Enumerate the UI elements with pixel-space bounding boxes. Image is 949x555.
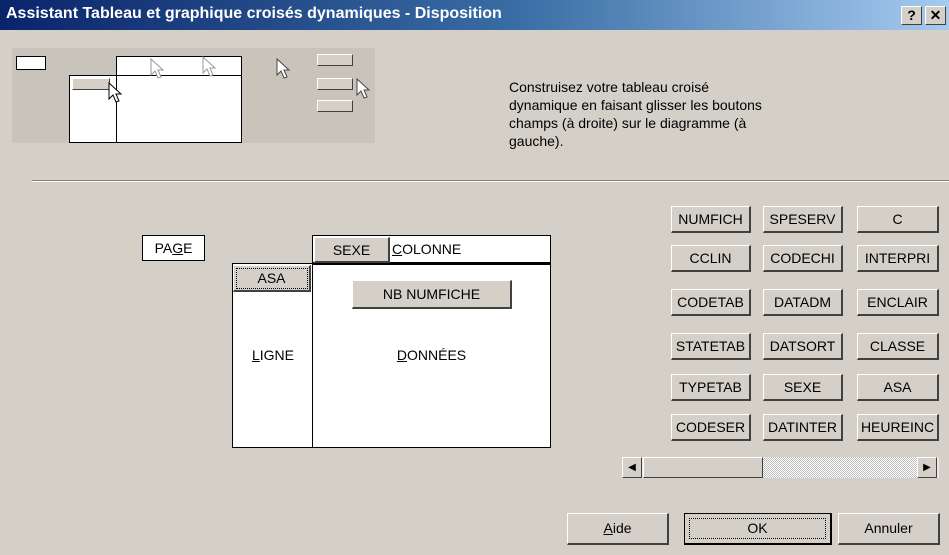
- help-dialog-button[interactable]: Aide: [567, 513, 669, 545]
- data-area-label: DONNÉES: [396, 347, 467, 363]
- field-button-datinter[interactable]: DATINTER: [763, 414, 843, 441]
- preview-data-box: [116, 75, 242, 143]
- field-button-datadm[interactable]: DATADM: [763, 289, 843, 316]
- field-button-typetab[interactable]: TYPETAB: [671, 374, 751, 401]
- preview-column-box: [116, 56, 242, 76]
- preview-field-1: [317, 54, 353, 66]
- cursor-arrow-icon: [108, 82, 123, 103]
- field-button-codeser[interactable]: CODESER: [671, 414, 751, 441]
- field-button-c[interactable]: C: [857, 206, 939, 233]
- focus-rect: [689, 518, 826, 539]
- title-bar: Assistant Tableau et graphique croisés d…: [0, 0, 949, 30]
- cursor-arrow-icon: [356, 78, 371, 99]
- scroll-left-icon[interactable]: ◀: [622, 457, 642, 478]
- field-button-asa[interactable]: ASA: [857, 374, 939, 401]
- close-button[interactable]: ✕: [925, 6, 946, 25]
- scroll-thumb[interactable]: [643, 457, 763, 478]
- field-button-numfich[interactable]: NUMFICH: [671, 206, 751, 233]
- fields-scrollbar[interactable]: ◀ ▶: [621, 456, 940, 479]
- preview-page-box: [16, 56, 46, 70]
- row-field-asa[interactable]: ASA: [233, 265, 311, 292]
- field-button-statetab[interactable]: STATETAB: [671, 333, 751, 360]
- ok-button[interactable]: OK: [684, 513, 832, 545]
- data-field-nb-numfiche[interactable]: NB NUMFICHE: [352, 280, 512, 309]
- field-button-enclair[interactable]: ENCLAIR: [857, 289, 939, 316]
- preview-row-field: [72, 78, 110, 90]
- field-button-cclin[interactable]: CCLIN: [671, 245, 751, 272]
- field-button-interpri[interactable]: INTERPRI: [857, 245, 939, 272]
- window-title: Assistant Tableau et graphique croisés d…: [6, 5, 502, 22]
- layout-preview-illustration: [12, 48, 375, 143]
- cursor-arrow-icon: [202, 56, 217, 77]
- help-button[interactable]: ?: [901, 6, 922, 25]
- preview-field-3: [317, 100, 353, 112]
- instructions-text: Construisez votre tableau croisé dynamiq…: [509, 79, 762, 149]
- field-button-heureinc[interactable]: HEUREINC: [857, 414, 939, 441]
- page-drop-area[interactable]: PAGE: [142, 235, 205, 261]
- field-button-codechi[interactable]: CODECHI: [763, 245, 843, 272]
- scroll-track[interactable]: [763, 457, 917, 478]
- cursor-arrow-icon: [276, 58, 291, 79]
- field-button-datsort[interactable]: DATSORT: [763, 333, 843, 360]
- column-field-sexe[interactable]: SEXE: [314, 237, 390, 263]
- field-button-classe[interactable]: CLASSE: [857, 333, 939, 360]
- column-area-label: COLONNE: [392, 241, 462, 257]
- separator: [32, 180, 949, 182]
- cancel-button[interactable]: Annuler: [838, 513, 940, 545]
- row-area-label: LIGNE: [251, 347, 295, 363]
- cursor-arrow-icon: [150, 58, 165, 79]
- preview-field-2: [317, 78, 353, 90]
- field-button-speserv[interactable]: SPESERV: [763, 206, 843, 233]
- field-button-codetab[interactable]: CODETAB: [671, 289, 751, 316]
- field-button-sexe[interactable]: SEXE: [763, 374, 843, 401]
- scroll-right-icon[interactable]: ▶: [917, 457, 937, 478]
